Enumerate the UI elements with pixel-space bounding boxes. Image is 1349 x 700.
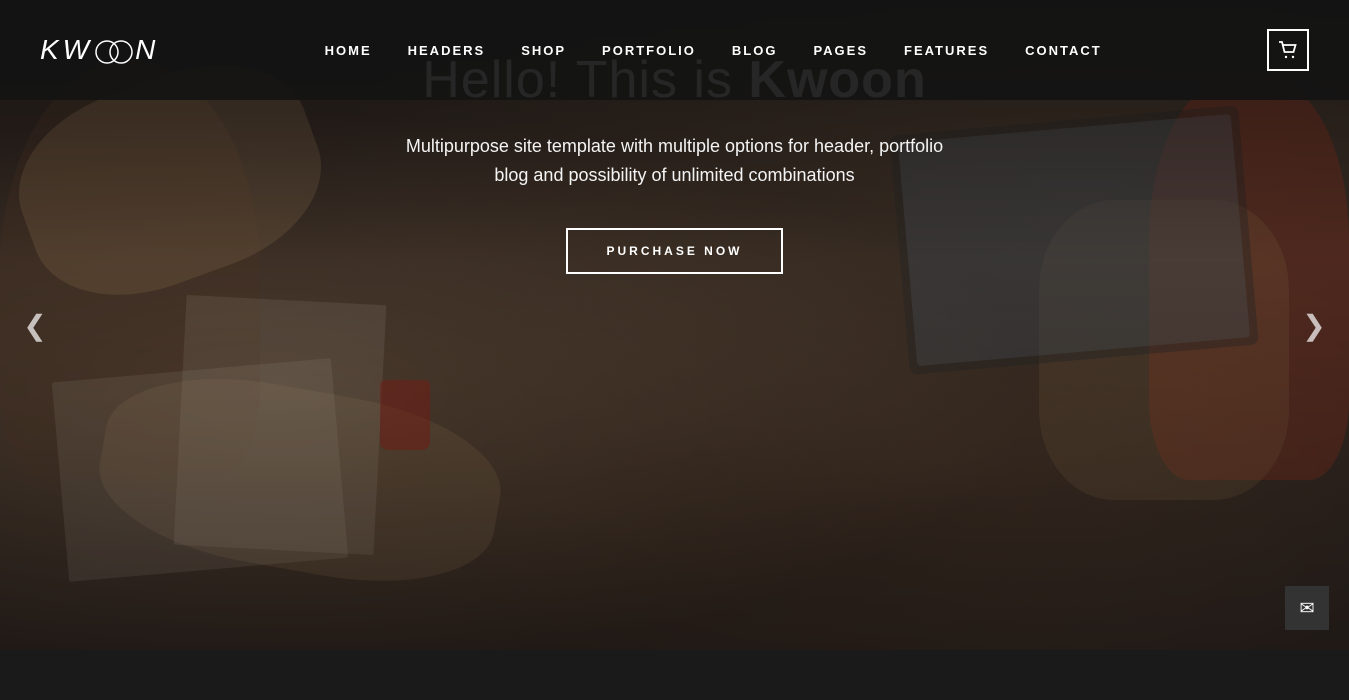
- main-nav: HOME HEADERS SHOP PORTFOLIO BLOG PAGES F…: [325, 43, 1102, 58]
- nav-item-features[interactable]: FEATURES: [904, 43, 989, 58]
- nav-item-home[interactable]: HOME: [325, 43, 372, 58]
- nav-item-contact[interactable]: CONTACT: [1025, 43, 1102, 58]
- site-header: KW N HOME HEADERS SHOP PORTFOLIO BLOG PA…: [0, 0, 1349, 100]
- cart-icon: [1278, 41, 1298, 59]
- email-button[interactable]: ✉: [1285, 586, 1329, 630]
- decorative-paper-1: [52, 358, 348, 582]
- cart-button[interactable]: [1267, 29, 1309, 71]
- nav-item-pages[interactable]: PAGES: [813, 43, 868, 58]
- logo-symbol-icon: [93, 38, 135, 66]
- decorative-cup: [380, 380, 430, 450]
- purchase-now-button[interactable]: PURCHASE NOW: [566, 228, 782, 274]
- next-slide-button[interactable]: ❯: [1289, 300, 1339, 350]
- site-logo[interactable]: KW N: [40, 34, 159, 66]
- nav-item-headers[interactable]: HEADERS: [408, 43, 486, 58]
- prev-slide-button[interactable]: ❮: [10, 300, 60, 350]
- nav-item-shop[interactable]: SHOP: [521, 43, 566, 58]
- hero-subtitle: Multipurpose site template with multiple…: [325, 132, 1025, 190]
- decorative-paper-2: [174, 295, 387, 555]
- nav-item-portfolio[interactable]: PORTFOLIO: [602, 43, 696, 58]
- nav-item-blog[interactable]: BLOG: [732, 43, 778, 58]
- decorative-blob-3: [87, 357, 512, 604]
